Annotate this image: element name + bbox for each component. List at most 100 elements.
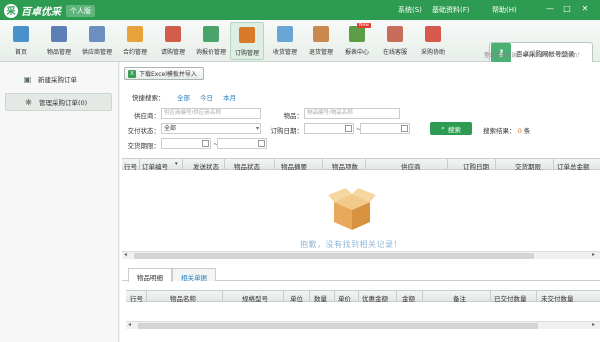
return-icon [313,26,329,42]
sidebar-item-manage-orders[interactable]: ❋ 管理采购订单(0) [5,93,112,111]
delivery-status-select[interactable]: 全部 [161,123,261,134]
toolbar-item-label: 物品管理 [46,49,71,56]
result-label: 搜索结果： [483,127,516,135]
import-button-label: 下载Excel模板并导入 [139,71,197,78]
toolbar-item-order[interactable]: 订购管理 [230,22,264,60]
search-button-label: 搜索 [447,125,461,134]
order-date-to[interactable] [360,123,410,134]
app-title: 百卓优采 [21,7,61,18]
supplier-icon [89,26,105,42]
order-date-label: 订购日期： [270,127,304,135]
col-due-date[interactable]: 交货期限 [515,161,541,171]
close-button[interactable]: ✕ [580,4,590,13]
col-remark[interactable]: 备注 [453,293,466,303]
col-row-no[interactable]: 行号 [130,293,143,303]
scroll-thumb[interactable] [134,253,534,259]
goods-input[interactable]: 物品编号/物品名称 [304,108,400,119]
app-logo: 采 百卓优采 个人版 [4,3,95,18]
due-date-to[interactable] [217,138,267,149]
main-panel: X 下载Excel模板并导入 快捷搜索： 全部 今日 本月 供应商： 供应商编号… [120,62,600,342]
goods-label: 物品： [283,112,304,120]
toolbar-item-supplier[interactable]: 供应商管理 [80,22,114,60]
toolbar-item-receive[interactable]: 收货管理 [268,22,302,60]
toolbar-item-goods[interactable]: 物品管理 [42,22,76,60]
calendar-icon[interactable] [258,140,265,147]
col-order-total[interactable]: 订单总金额 [557,161,590,171]
scroll-right-icon[interactable]: ▸ [592,251,595,258]
toolbar-item-label: 退货管理 [308,49,333,56]
scroll-left-icon[interactable]: ◂ [128,321,131,328]
menu-system[interactable]: 系统(S) [398,5,422,15]
toolbar-item-report[interactable]: New 报表中心 [340,22,374,60]
calendar-icon[interactable] [345,125,352,132]
toolbar-item-quote[interactable]: 询报价管理 [194,22,228,60]
minimize-button[interactable]: — [545,4,555,13]
due-date-from[interactable] [161,138,211,149]
quick-search-label: 快捷搜索： [132,94,165,102]
result-unit: 条 [523,127,531,135]
scroll-thumb[interactable] [138,323,538,329]
col-unit[interactable]: 单位 [290,293,303,303]
col-unit-price[interactable]: 单价 [338,293,351,303]
menu-basic-data[interactable]: 基础资料(F) [432,5,470,15]
sidebar-item-new-order[interactable]: ▣ 新建采购订单 [5,70,112,88]
quick-search-month[interactable]: 本月 [223,92,236,102]
maximize-button[interactable]: □ [562,4,572,13]
toolbar-item-label: 报表中心 [344,49,369,56]
tab-goods-detail[interactable]: 物品明细 [128,268,172,282]
sidebar-item-label: 新建采购订单 [38,76,77,84]
toolbar-item-request[interactable]: 请购管理 [156,22,190,60]
col-supplier[interactable]: 供应商 [401,161,421,171]
supplier-input[interactable]: 供应商编号/供应商名称 [161,108,261,119]
logo-icon: 采 [4,3,18,18]
quick-search-all[interactable]: 全部 [177,92,190,102]
detail-tabs: 物品明细 相关单据 [122,268,600,282]
toolbar-item-label: 合约管理 [122,49,147,56]
scroll-left-icon[interactable]: ◂ [124,251,127,258]
due-date-label: 交货期限： [127,142,161,150]
col-goods-status[interactable]: 物品状态 [234,161,260,171]
search-icon: ⌕ [441,124,445,132]
toolbar-item-assist[interactable]: 采购协助 [416,22,450,60]
search-button[interactable]: ⌕ 搜索 [430,122,472,135]
manage-order-icon: ❋ [25,97,32,107]
detail-grid-scrollbar[interactable]: ◂ ▸ [126,321,600,329]
assist-icon [425,26,441,42]
col-order-no[interactable]: 订单编号 [142,161,168,171]
col-spec[interactable]: 规格型号 [242,293,268,303]
sort-icon[interactable]: ▾ [175,161,178,167]
detail-grid-header: 行号 物品名称 规格型号 单位 数量 单价 优惠金额 金额 备注 已交付数量 未… [126,290,600,303]
scroll-right-icon[interactable]: ▸ [592,321,595,328]
toolbar-item-contract[interactable]: 合约管理 [118,22,152,60]
calendar-icon[interactable] [401,125,408,132]
toolbar-item-home[interactable]: 首页 [4,22,38,60]
quote-icon [203,26,219,42]
col-row-no[interactable]: 行号 [124,161,137,171]
tab-related-docs[interactable]: 相关单据 [172,268,216,282]
toolbar-item-return[interactable]: 退货管理 [304,22,338,60]
col-goods-summary[interactable]: 物品摘要 [281,161,307,171]
orders-grid-scrollbar[interactable]: ◂ ▸ [122,251,600,259]
new-badge: New [357,23,371,28]
menu-help[interactable]: 帮助(H) [492,5,517,15]
toolbar-item-service[interactable]: 在线客服 [378,22,412,60]
new-order-icon: ▣ [23,74,32,84]
col-item-count[interactable]: 物品项数 [332,161,358,171]
col-undelivered-qty[interactable]: 未交付数量 [541,293,574,303]
col-goods-name[interactable]: 物品名称 [170,293,196,303]
edition-badge: 个人版 [66,4,95,17]
goods-icon [51,26,67,42]
calendar-icon[interactable] [202,140,209,147]
import-excel-button[interactable]: X 下载Excel模板并导入 [124,67,204,80]
col-quantity[interactable]: 数量 [314,293,327,303]
orders-grid-header: 行号 订单编号 ▾ 发送状态 物品状态 物品摘要 物品项数 供应商 订购日期 交… [122,158,600,171]
col-discount[interactable]: 优惠金额 [362,293,388,303]
col-delivered-qty[interactable]: 已交付数量 [494,293,527,303]
quick-search-today[interactable]: 今日 [200,92,213,102]
order-icon [239,27,255,43]
col-send-status[interactable]: 发送状态 [193,161,219,171]
col-amount[interactable]: 金额 [402,293,415,303]
order-date-from[interactable] [304,123,354,134]
col-order-date[interactable]: 订购日期 [463,161,489,171]
report-icon: New [349,23,371,42]
